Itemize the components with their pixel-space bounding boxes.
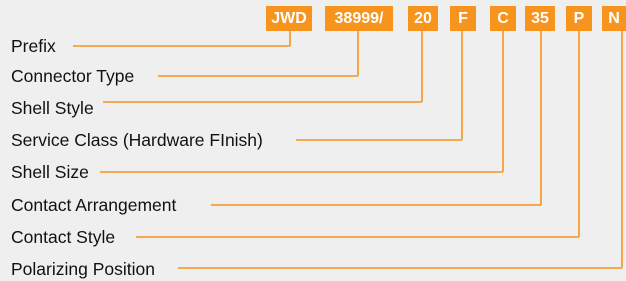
label-polarizing-position: Polarizing Position <box>11 259 155 279</box>
code-box-contact-arrangement: 35 <box>525 6 555 31</box>
code-box-shell-size: C <box>490 6 516 31</box>
label-connector-type: Connector Type <box>11 66 135 86</box>
label-contact-arrangement: Contact Arrangement <box>11 195 177 215</box>
part-number-diagram: JWD 38999/ 20 F C 35 P N Prefix Connecto… <box>0 0 626 281</box>
label-shell-size: Shell Size <box>11 162 89 182</box>
label-shell-style: Shell Style <box>11 98 94 118</box>
label-contact-style: Contact Style <box>11 227 116 247</box>
code-box-connector-type: 38999/ <box>325 6 393 31</box>
code-box-polarizing-position: N <box>602 6 626 31</box>
label-prefix: Prefix <box>11 36 56 56</box>
label-service-class: Service Class (Hardware FInish) <box>11 130 263 150</box>
code-box-service-class: F <box>450 6 476 31</box>
code-box-prefix: JWD <box>266 6 312 31</box>
code-box-contact-style: P <box>566 6 592 31</box>
code-box-shell-style: 20 <box>408 6 438 31</box>
